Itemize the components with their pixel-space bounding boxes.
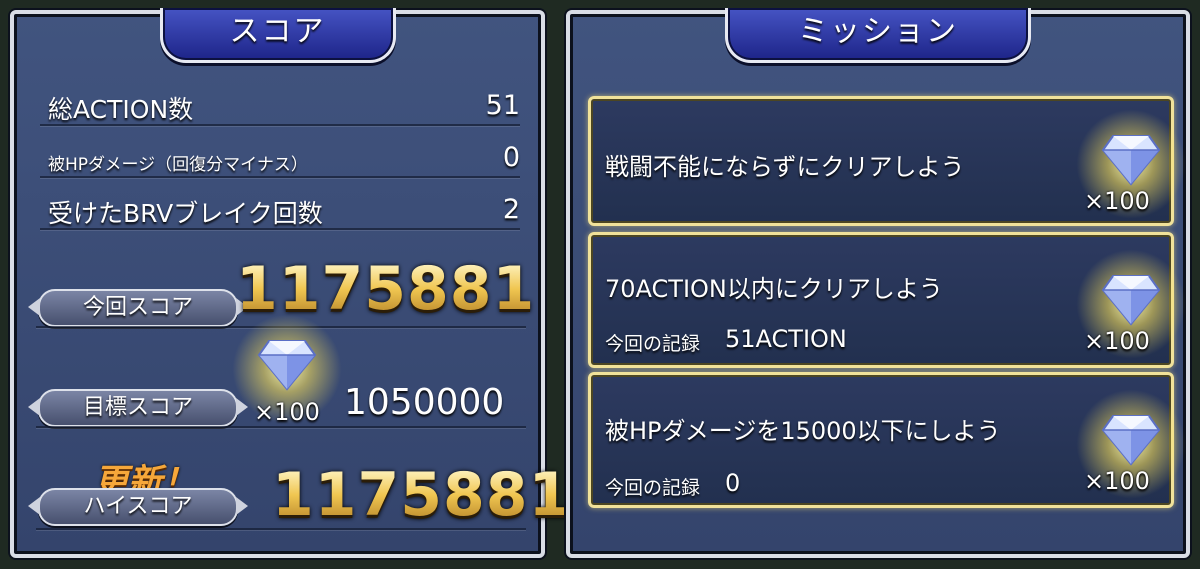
mission-reward: ×100 xyxy=(1076,109,1186,219)
stat-value: 0 xyxy=(502,142,520,173)
target-reward: ×100 xyxy=(232,314,342,426)
target-score-label: 目標スコア xyxy=(28,389,248,427)
divider xyxy=(40,228,520,230)
mission-panel-title: ミッション xyxy=(725,8,1031,63)
reward-qty: ×100 xyxy=(1084,187,1150,215)
stat-row-hp-damage: 被HPダメージ（回復分マイナス） 0 xyxy=(40,138,520,178)
diamond-gem-icon xyxy=(1101,135,1161,186)
current-score-label: 今回スコア xyxy=(28,289,248,327)
mission-reward: ×100 xyxy=(1076,249,1186,359)
mission-record-value: 51ACTION xyxy=(725,325,847,353)
reward-qty: ×100 xyxy=(1084,467,1150,495)
mission-card[interactable]: 70ACTION以内にクリアしよう 今回の記録 51ACTION ×100 xyxy=(588,232,1186,368)
reward-qty: ×100 xyxy=(254,398,320,426)
stat-row-brv-breaks: 受けたBRVブレイク回数 2 xyxy=(40,190,520,230)
stat-label: 受けたBRVブレイク回数 xyxy=(48,199,323,228)
reward-qty: ×100 xyxy=(1084,327,1150,355)
mission-reward: ×100 xyxy=(1076,389,1186,499)
mission-card[interactable]: 被HPダメージを15000以下にしよう 今回の記録 0 ×100 xyxy=(588,372,1186,508)
mission-panel: ミッション 戦闘不能にならずにクリアしよう ×100 70ACTION以内にクリ… xyxy=(566,8,1190,558)
divider xyxy=(36,426,526,428)
mission-title: 戦闘不能にならずにクリアしよう xyxy=(605,153,965,181)
diamond-gem-icon xyxy=(1101,275,1161,326)
mission-record-value: 0 xyxy=(725,469,741,497)
target-score-value: 1050000 xyxy=(344,382,505,423)
mission-record-label: 今回の記録 xyxy=(605,333,701,355)
diamond-gem-icon xyxy=(257,340,317,391)
divider xyxy=(36,528,526,530)
stat-value: 51 xyxy=(485,90,520,121)
stat-label: 被HPダメージ（回復分マイナス） xyxy=(48,155,308,175)
high-score-label: ハイスコア xyxy=(28,488,248,526)
diamond-gem-icon xyxy=(1101,415,1161,466)
mission-title: 被HPダメージを15000以下にしよう xyxy=(605,417,1001,445)
stat-row-total-actions: 総ACTION数 51 xyxy=(40,86,520,126)
high-score-value: 1175881 xyxy=(272,460,572,530)
stat-value: 2 xyxy=(502,194,520,225)
divider xyxy=(40,176,520,178)
mission-record-label: 今回の記録 xyxy=(605,477,701,499)
mission-card[interactable]: 戦闘不能にならずにクリアしよう ×100 xyxy=(588,96,1186,226)
divider xyxy=(40,124,520,126)
score-panel-title: スコア xyxy=(159,8,396,63)
score-panel: スコア 総ACTION数 51 被HPダメージ（回復分マイナス） 0 受けたBR… xyxy=(10,8,570,558)
stat-label: 総ACTION数 xyxy=(48,95,194,124)
mission-title: 70ACTION以内にクリアしよう xyxy=(605,275,943,303)
